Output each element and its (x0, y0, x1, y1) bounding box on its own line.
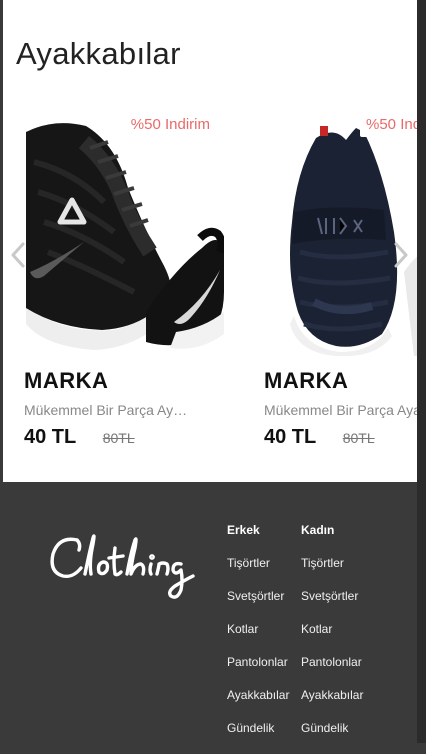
footer-column-women: Kadın Tişörtler Svetşörtler Kotlar Panto… (301, 523, 363, 754)
product-card[interactable]: %50 Indirim MARKA Mükemmel Bir Parça Aya… (24, 102, 224, 449)
footer-column-men: Erkek Tişörtler Svetşörtler Kotlar Panto… (227, 523, 289, 754)
product-carousel: %50 Indirim MARKA Mükemmel Bir Parça Aya… (3, 102, 417, 462)
footer-link-pants[interactable]: Pantolonlar (227, 655, 289, 688)
footer-heading-women: Kadın (301, 523, 335, 537)
footer-link-shoes[interactable]: Ayakkabılar (227, 688, 289, 721)
product-old-price: 80TL (342, 430, 375, 446)
footer-link-casual[interactable]: Gündelik (301, 721, 363, 754)
footer-link-sweatshirts[interactable]: Svetşörtler (301, 589, 363, 622)
footer-link-tshirts[interactable]: Tişörtler (301, 556, 363, 589)
footer-heading-men: Erkek (227, 523, 260, 537)
page-scrollbar[interactable] (417, 0, 426, 743)
price-row: 40 TL 80TL (264, 426, 417, 449)
chevron-right-icon (394, 242, 408, 268)
footer-link-casual[interactable]: Gündelik (227, 721, 289, 754)
footer-link-jeans[interactable]: Kotlar (301, 622, 363, 655)
page: Ayakkabılar %50 Indirim MARKA Mükemmel B… (3, 0, 417, 743)
site-footer: Erkek Tişörtler Svetşörtler Kotlar Panto… (3, 482, 417, 743)
product-price: 40 TL (24, 426, 77, 448)
clothing-logo[interactable] (47, 530, 197, 607)
discount-badge: %50 Indirim (360, 112, 417, 137)
footer-link-jeans[interactable]: Kotlar (227, 622, 289, 655)
product-brand[interactable]: MARKA (24, 368, 224, 394)
product-image[interactable]: %50 Indirim (264, 102, 417, 356)
sneaker-black-image (24, 102, 224, 356)
product-brand[interactable]: MARKA (264, 368, 417, 394)
footer-link-shoes[interactable]: Ayakkabılar (301, 688, 363, 721)
footer-link-pants[interactable]: Pantolonlar (301, 655, 363, 688)
product-card[interactable]: %50 Indirim MARKA Mükemmel Bir Parça Aya… (264, 102, 417, 449)
product-image[interactable]: %50 Indirim (24, 102, 224, 356)
discount-badge: %50 Indirim (124, 112, 216, 137)
section-title: Ayakkabılar (16, 36, 181, 71)
footer-link-sweatshirts[interactable]: Svetşörtler (227, 589, 289, 622)
sneaker-navy-image (264, 102, 417, 356)
clothing-logo-icon (50, 534, 195, 599)
carousel-prev-button[interactable] (8, 238, 28, 272)
product-old-price: 80TL (102, 430, 135, 446)
product-description: Mükemmel Bir Parça Ayakkabı (24, 402, 194, 418)
shoes-section: Ayakkabılar %50 Indirim MARKA Mükemmel B… (3, 0, 417, 482)
chevron-left-icon (11, 242, 25, 268)
price-row: 40 TL 80TL (24, 426, 224, 449)
product-description: Mükemmel Bir Parça Ayakkabı (264, 402, 417, 418)
product-price: 40 TL (264, 426, 317, 448)
carousel-next-button[interactable] (391, 238, 411, 272)
footer-link-tshirts[interactable]: Tişörtler (227, 556, 289, 589)
